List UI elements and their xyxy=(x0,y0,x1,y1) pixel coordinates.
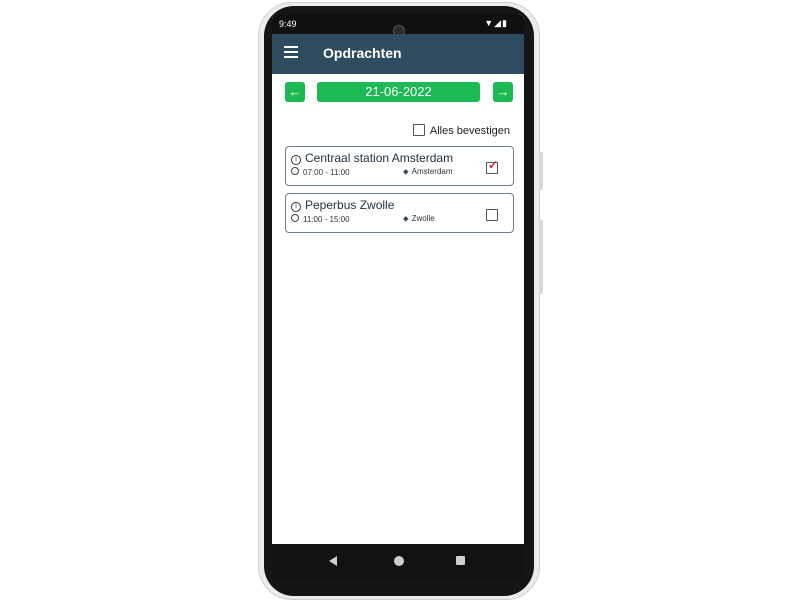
next-day-button[interactable]: → xyxy=(493,82,513,102)
arrow-left-icon: ← xyxy=(288,84,302,99)
volume-button xyxy=(539,220,543,294)
assignment-location-text: Amsterdam xyxy=(411,167,453,176)
assignment-title: i Peperbus Zwolle xyxy=(291,198,394,212)
recent-apps-icon[interactable] xyxy=(456,556,465,565)
battery-icon: ▮ xyxy=(502,18,508,28)
confirm-all-label: Alles bevestigen xyxy=(429,125,510,137)
clock-icon xyxy=(291,167,299,175)
assignment-card[interactable]: i Peperbus Zwolle 11:00 - 15:00 ⬥ Zwolle xyxy=(285,193,514,233)
previous-day-button[interactable]: ← xyxy=(285,82,305,102)
wifi-icon: ▼ xyxy=(484,18,495,28)
assignment-title: i Centraal station Amsterdam xyxy=(291,151,453,165)
assignment-time: 07:00 - 11:00 xyxy=(291,167,350,177)
page-title: Opdrachten xyxy=(323,45,402,61)
system-navigation-bar xyxy=(272,544,524,578)
home-icon[interactable] xyxy=(394,556,404,566)
arrow-right-icon: → xyxy=(496,84,510,99)
clock-icon xyxy=(291,214,299,222)
app-bar: Opdrachten xyxy=(272,34,524,74)
confirm-all-checkbox[interactable] xyxy=(412,124,425,136)
info-icon: i xyxy=(291,202,301,212)
assignment-location: ⬥ Zwolle xyxy=(403,214,435,224)
status-icons: ▼◢▮ xyxy=(484,18,508,29)
screen: 9:49 ▼◢▮ Opdrachten ← 21-06-2022 → Alles… xyxy=(272,14,524,578)
info-icon: i xyxy=(291,155,301,165)
confirm-all[interactable]: Alles bevestigen xyxy=(412,124,510,137)
assignment-location-text: Zwolle xyxy=(411,214,435,223)
assignment-checkbox[interactable] xyxy=(486,158,498,174)
power-button xyxy=(539,152,543,190)
assignment-location: ⬥ Amsterdam xyxy=(403,167,453,177)
signal-icon: ◢ xyxy=(494,18,503,28)
assignment-card[interactable]: i Centraal station Amsterdam 07:00 - 11:0… xyxy=(285,146,514,186)
status-time: 9:49 xyxy=(279,19,297,29)
location-pin-icon: ⬥ xyxy=(403,214,409,223)
hamburger-menu-icon[interactable] xyxy=(284,46,298,58)
location-pin-icon: ⬥ xyxy=(403,167,409,176)
assignment-time-text: 11:00 - 15:00 xyxy=(303,215,350,224)
assignment-checkbox[interactable] xyxy=(486,209,498,221)
date-navigation: ← 21-06-2022 → xyxy=(285,82,515,104)
assignment-title-text: Centraal station Amsterdam xyxy=(305,151,454,165)
assignment-time-text: 07:00 - 11:00 xyxy=(303,168,350,177)
date-selector[interactable]: 21-06-2022 xyxy=(317,82,480,102)
assignment-title-text: Peperbus Zwolle xyxy=(305,198,395,212)
back-icon[interactable] xyxy=(329,556,337,566)
assignment-time: 11:00 - 15:00 xyxy=(291,214,350,224)
